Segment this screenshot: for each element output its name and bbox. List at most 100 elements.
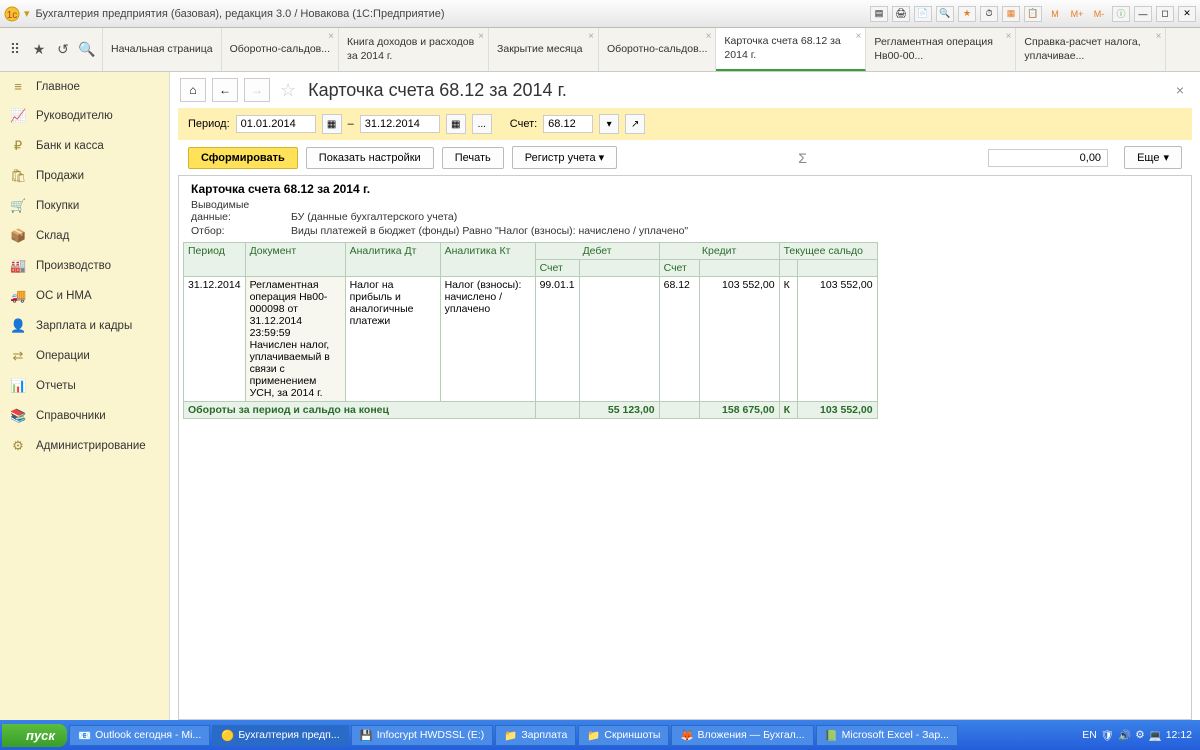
close-icon[interactable]: × [328, 31, 334, 42]
sidebar-item-salary[interactable]: 👤Зарплата и кадры [0, 311, 169, 341]
sidebar-item-sales[interactable]: 🛍Продажи [0, 161, 169, 191]
taskbar-item[interactable]: 📁Зарплата [495, 725, 576, 746]
close-page-icon[interactable]: × [1170, 82, 1190, 98]
mem-m-plus[interactable]: M+ [1068, 6, 1086, 22]
tab-income-book[interactable]: ×Книга доходов и расходов за 2014 г. [339, 28, 489, 71]
col-credit-sum [699, 260, 779, 277]
sidebar-item-operations[interactable]: ⇄Операции [0, 341, 169, 371]
sidebar-item-admin[interactable]: ⚙Администрирование [0, 431, 169, 461]
date-from-input[interactable] [236, 115, 316, 133]
dropdown-icon[interactable]: ▾ [599, 114, 619, 134]
taskbar-item[interactable]: 💾Infocrypt HWDSSL (E:) [351, 725, 494, 746]
close-icon[interactable]: × [1006, 31, 1012, 42]
tray-icon[interactable]: ⚙ [1135, 729, 1144, 741]
tool-icon[interactable]: ▤ [870, 6, 888, 22]
star-icon[interactable]: ★ [28, 39, 50, 61]
open-icon[interactable]: ↗ [625, 114, 645, 134]
taskbar-item[interactable]: 📧Outlook сегодня - Mi... [69, 725, 210, 746]
close-icon[interactable]: × [478, 31, 484, 42]
tray-icon[interactable]: 🔊 [1118, 729, 1131, 742]
close-icon[interactable]: × [1156, 31, 1162, 42]
account-input[interactable] [543, 115, 593, 133]
sidebar-item-warehouse[interactable]: 📦Склад [0, 221, 169, 251]
dropdown-icon[interactable]: ▾ [24, 7, 30, 20]
print-button[interactable]: Печать [442, 147, 504, 169]
window-titlebar: 1c ▾ Бухгалтерия предприятия (базовая), … [0, 0, 1200, 28]
back-button[interactable]: ← [212, 78, 238, 102]
sidebar-item-purchases[interactable]: 🛒Покупки [0, 191, 169, 221]
bars-icon: 📊 [10, 378, 26, 394]
tool-icon[interactable]: ⏱ [980, 6, 998, 22]
start-button[interactable]: пуск [2, 724, 67, 747]
period-label: Период: [188, 118, 230, 130]
col-debit-account: Счет [535, 260, 579, 277]
maximize-icon[interactable]: ◻ [1156, 6, 1174, 22]
taskbar-item[interactable]: 📁Скриншоты [578, 725, 669, 746]
sidebar-label: ОС и НМА [36, 290, 92, 302]
tab-balance-1[interactable]: ×Оборотно-сальдов... [222, 28, 339, 71]
calendar-icon[interactable]: ▦ [446, 114, 466, 134]
account-label: Счет: [510, 118, 537, 130]
help-icon[interactable]: ⓘ [1112, 6, 1130, 22]
search-icon[interactable]: 🔍 [76, 39, 98, 61]
mem-m[interactable]: M [1046, 6, 1064, 22]
col-debit-sum [579, 260, 659, 277]
tray-clock[interactable]: 12:12 [1166, 729, 1192, 741]
minimize-icon[interactable]: — [1134, 6, 1152, 22]
tab-home[interactable]: Начальная страница [103, 28, 222, 71]
tool-icon[interactable]: 📄 [914, 6, 932, 22]
tool-icon[interactable]: 📋 [1024, 6, 1042, 22]
tool-icon[interactable]: ★ [958, 6, 976, 22]
col-document: Документ [245, 243, 345, 277]
person-icon: 👤 [10, 318, 26, 334]
totals-debit: 55 123,00 [579, 402, 659, 419]
generate-button[interactable]: Сформировать [188, 147, 298, 169]
sidebar-item-assets[interactable]: 🚚ОС и НМА [0, 281, 169, 311]
show-settings-button[interactable]: Показать настройки [306, 147, 434, 169]
close-icon[interactable]: ✕ [1178, 6, 1196, 22]
ruble-icon: ₽ [10, 138, 26, 154]
forward-button[interactable]: → [244, 78, 270, 102]
tray-icon[interactable]: 🛡 [1101, 729, 1114, 742]
sidebar-item-production[interactable]: 🏭Производство [0, 251, 169, 281]
sidebar-item-main[interactable]: ≡Главное [0, 72, 169, 101]
tool-icon[interactable]: ▦ [1002, 6, 1020, 22]
period-picker-button[interactable]: ... [472, 114, 492, 134]
favorite-icon[interactable]: ☆ [280, 80, 296, 101]
tab-routine-op[interactable]: ×Регламентная операция Нв00-00... [866, 28, 1016, 71]
sidebar-item-manager[interactable]: 📈Руководителю [0, 101, 169, 131]
more-button[interactable]: Еще ▾ [1124, 146, 1182, 169]
tool-icon[interactable]: 🖨 [892, 6, 910, 22]
action-bar: Сформировать Показать настройки Печать Р… [178, 140, 1192, 175]
tray-icon[interactable]: 💻 [1149, 729, 1162, 742]
apps-icon[interactable]: ⠿ [4, 39, 26, 61]
sidebar-item-reports[interactable]: 📊Отчеты [0, 371, 169, 401]
sidebar-label: Главное [36, 81, 80, 93]
tab-balance-2[interactable]: ×Оборотно-сальдов... [599, 28, 716, 71]
tab-account-card[interactable]: ×Карточка счета 68.12 за 2014 г. [716, 28, 866, 71]
tab-tax-calc[interactable]: ×Справка-расчет налога, уплачивае... [1016, 28, 1166, 71]
mem-m-minus[interactable]: M- [1090, 6, 1108, 22]
box-icon: 📦 [10, 228, 26, 244]
close-icon[interactable]: × [588, 31, 594, 42]
taskbar-item[interactable]: 🟡Бухгалтерия предп... [212, 725, 348, 746]
table-row[interactable]: 31.12.2014 Регламентная операция Нв00-00… [184, 277, 878, 402]
col-balance-type [779, 260, 797, 277]
register-button[interactable]: Регистр учета ▾ [512, 146, 617, 169]
close-icon[interactable]: × [856, 31, 862, 42]
taskbar-item[interactable]: 📗Microsoft Excel - Зар... [816, 725, 958, 746]
sidebar-item-catalogs[interactable]: 📚Справочники [0, 401, 169, 431]
home-button[interactable]: ⌂ [180, 78, 206, 102]
history-icon[interactable]: ↺ [52, 39, 74, 61]
content-area: ⌂ ← → ☆ Карточка счета 68.12 за 2014 г. … [170, 72, 1200, 720]
tab-month-close[interactable]: ×Закрытие месяца [489, 28, 599, 71]
tool-icon[interactable]: 🔍 [936, 6, 954, 22]
cell-balance-type: К [779, 277, 797, 402]
close-icon[interactable]: × [706, 31, 712, 42]
calendar-icon[interactable]: ▦ [322, 114, 342, 134]
sigma-icon[interactable]: Σ [798, 150, 807, 166]
date-to-input[interactable] [360, 115, 440, 133]
sidebar-item-bank[interactable]: ₽Банк и касса [0, 131, 169, 161]
taskbar-item[interactable]: 🦊Вложения — Бухгал... [671, 725, 813, 746]
tray-lang[interactable]: EN [1082, 729, 1097, 741]
